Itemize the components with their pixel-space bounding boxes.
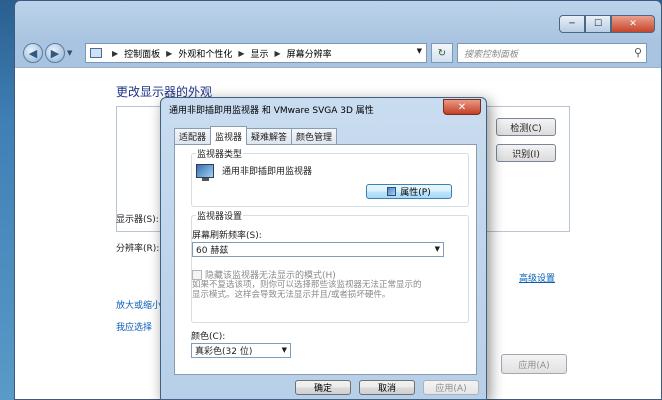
which-settings-link[interactable]: 我应选择	[116, 320, 152, 333]
color-depth-value: 真彩色(32 位)	[195, 347, 253, 357]
tab-monitor[interactable]: 监视器	[210, 126, 248, 145]
back-arrow-icon: ◀	[28, 46, 38, 60]
resolution-label: 分辨率(R):	[116, 244, 160, 254]
advanced-settings-link[interactable]: 高级设置	[519, 271, 555, 284]
forward-button[interactable]: ▶	[45, 43, 65, 63]
search-placeholder: 搜索控制面板	[464, 49, 519, 60]
address-bar[interactable]: ▶ 控制面板 ▶ 外观和个性化 ▶ 显示 ▶ 屏幕分辨率 ▼	[85, 43, 427, 63]
search-input[interactable]: 搜索控制面板 ⚲	[457, 43, 647, 63]
properties-button[interactable]: 属性(P)	[366, 184, 452, 199]
dialog-apply-button[interactable]: 应用(A)	[423, 380, 479, 395]
breadcrumb-separator[interactable]: ▶	[112, 49, 118, 58]
search-icon[interactable]: ⚲	[634, 46, 642, 59]
color-depth-select[interactable]: 真彩色(32 位) ▼	[191, 343, 291, 358]
monitor-stand-icon	[202, 178, 209, 181]
display-label: 显示器(S):	[116, 215, 159, 225]
refresh-rate-label: 屏幕刷新频率(S):	[192, 231, 262, 241]
control-panel-icon	[90, 48, 102, 58]
enlarge-text-link[interactable]: 放大或缩小	[116, 298, 161, 311]
monitor-tab-panel: 监视器类型 通用非即插即用监视器 属性(P) 监视器设置 屏幕刷新频率(S): …	[174, 144, 477, 375]
monitor-type-group-label: 监视器类型	[196, 147, 244, 160]
navigation-bar: ◀ ▶ ▼ ▶ 控制面板 ▶ 外观和个性化 ▶ 显示 ▶ 屏幕分辨率 ▼ ↻ 搜…	[23, 41, 655, 65]
monitor-settings-group-label: 监视器设置	[196, 209, 244, 222]
maximize-button[interactable]: ☐	[585, 15, 611, 33]
monitor-name: 通用非即插即用监视器	[222, 167, 313, 177]
address-dropdown-icon[interactable]: ▼	[417, 47, 422, 55]
breadcrumb-separator[interactable]: ▶	[275, 49, 281, 58]
chevron-down-icon: ▼	[434, 245, 440, 253]
identify-button[interactable]: 识别(I)	[496, 144, 556, 162]
breadcrumb-screen-resolution[interactable]: 屏幕分辨率	[287, 47, 332, 60]
close-button[interactable]: ✕	[611, 15, 655, 33]
minimize-button[interactable]: ─	[559, 15, 585, 33]
dialog-title: 通用非即插即用监视器 和 VMware SVGA 3D 属性	[169, 106, 374, 116]
monitor-settings-group: 监视器设置 屏幕刷新频率(S): 60 赫兹 ▼ 隐藏该监视器无法显示的模式(H…	[191, 209, 469, 323]
breadcrumb: ▶ 控制面板 ▶ 外观和个性化 ▶ 显示 ▶ 屏幕分辨率	[106, 47, 332, 60]
hide-modes-description-line2: 显示模式。这样会导致无法显示并且/或者损坏硬件。	[192, 290, 391, 300]
tab-adapter[interactable]: 适配器	[174, 128, 212, 144]
breadcrumb-separator[interactable]: ▶	[166, 49, 172, 58]
tab-troubleshoot[interactable]: 疑难解答	[246, 128, 293, 144]
cancel-button[interactable]: 取消	[359, 380, 415, 395]
breadcrumb-control-panel[interactable]: 控制面板	[124, 47, 160, 60]
ok-button[interactable]: 确定	[295, 380, 351, 395]
hide-modes-checkbox[interactable]	[192, 269, 202, 280]
color-label: 颜色(C):	[191, 332, 226, 342]
dialog-close-button[interactable]: ✕	[443, 99, 481, 115]
dialog-tabs: 适配器 监视器 疑难解答 颜色管理	[174, 126, 338, 145]
back-button[interactable]: ◀	[23, 43, 43, 63]
refresh-rate-value: 60 赫兹	[196, 246, 229, 256]
breadcrumb-separator[interactable]: ▶	[238, 49, 244, 58]
breadcrumb-display[interactable]: 显示	[251, 47, 269, 60]
chevron-down-icon: ▼	[281, 346, 287, 354]
detect-button[interactable]: 检测(C)	[496, 118, 556, 136]
recent-pages-dropdown[interactable]: ▼	[67, 49, 72, 57]
shield-properties-icon	[387, 187, 397, 196]
forward-arrow-icon: ▶	[50, 46, 60, 60]
properties-button-label: 属性(P)	[400, 188, 431, 198]
window-controls: ─ ☐ ✕	[559, 15, 655, 33]
refresh-icon: ↻	[437, 47, 447, 59]
breadcrumb-appearance[interactable]: 外观和个性化	[178, 47, 232, 60]
refresh-rate-select[interactable]: 60 赫兹 ▼	[192, 242, 444, 257]
monitor-icon	[196, 164, 214, 178]
refresh-button[interactable]: ↻	[431, 43, 453, 63]
apply-button[interactable]: 应用(A)	[501, 354, 567, 374]
tab-color-management[interactable]: 颜色管理	[291, 128, 338, 144]
hide-modes-description-line1: 如果不复选该项，则你可以选择那些该监视器无法正常显示的	[192, 280, 422, 290]
monitor-properties-dialog: 通用非即插即用监视器 和 VMware SVGA 3D 属性 ✕ 适配器 监视器…	[160, 97, 487, 400]
monitor-type-group: 监视器类型 通用非即插即用监视器 属性(P)	[191, 147, 469, 207]
